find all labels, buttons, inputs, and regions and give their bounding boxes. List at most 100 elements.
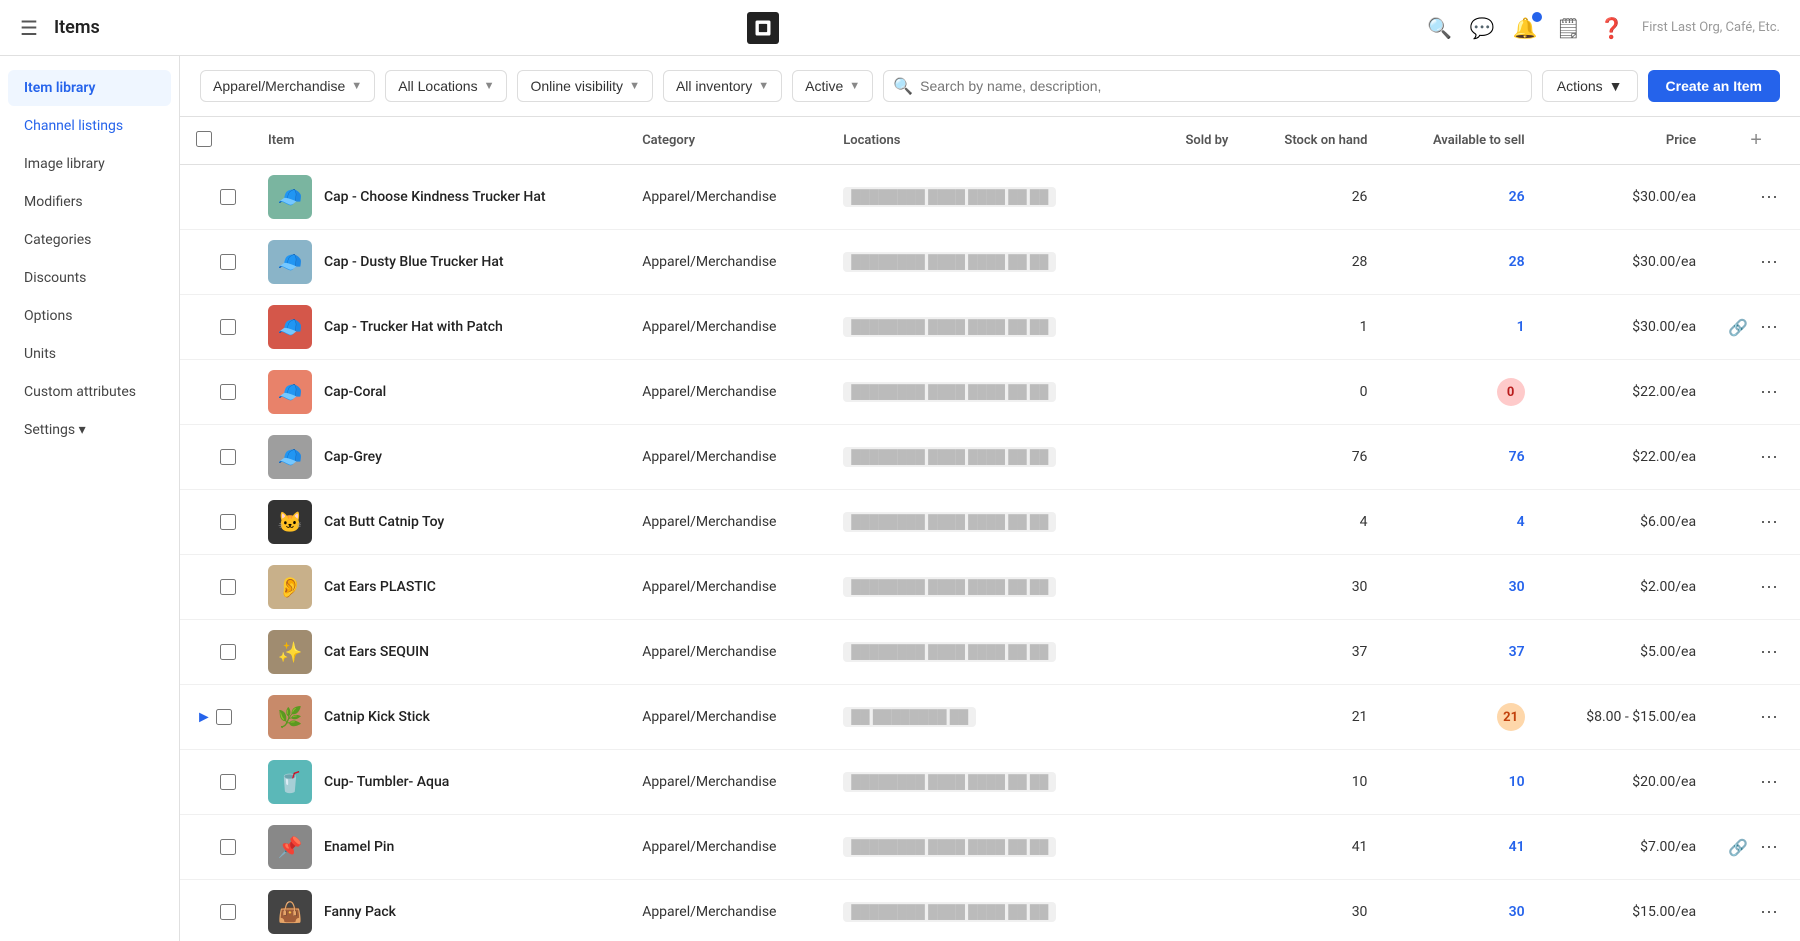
inventory-filter[interactable]: All inventory ▼ — [663, 70, 782, 102]
row-more-button[interactable]: ⋯ — [1754, 770, 1784, 795]
row-price-cell: $15.00/ea — [1541, 880, 1713, 941]
hamburger-icon[interactable]: ☰ — [20, 16, 38, 40]
stock-value: 30 — [1352, 579, 1368, 595]
create-item-button[interactable]: Create an Item — [1648, 70, 1780, 102]
square-logo — [747, 12, 779, 44]
link-icon[interactable]: 🔗 — [1728, 318, 1748, 337]
stock-value: 37 — [1352, 644, 1368, 660]
sidebar-item-settings[interactable]: Settings ▾ — [8, 412, 171, 448]
locations-filter[interactable]: All Locations ▼ — [385, 70, 507, 102]
row-more-button[interactable]: ⋯ — [1754, 510, 1784, 535]
item-name[interactable]: Cap - Trucker Hat with Patch — [324, 319, 503, 335]
item-name[interactable]: Cat Ears PLASTIC — [324, 579, 436, 595]
row-stock-cell: 0 — [1244, 360, 1383, 425]
row-checkbox[interactable] — [220, 189, 236, 205]
sidebar-item-channel-listings[interactable]: Channel listings — [8, 108, 171, 144]
status-filter-chevron: ▼ — [849, 80, 860, 92]
actions-button[interactable]: Actions ▼ — [1542, 70, 1638, 102]
expand-icon[interactable]: ► — [196, 707, 212, 727]
receipt-icon[interactable]: 🗒 — [1556, 16, 1581, 40]
item-thumbnail: 🧢 — [268, 240, 312, 284]
row-more-button[interactable]: ⋯ — [1754, 640, 1784, 665]
row-check-cell: ► — [180, 685, 252, 750]
row-avail-cell: 30 — [1383, 880, 1540, 941]
visibility-filter-chevron: ▼ — [629, 80, 640, 92]
row-more-button[interactable]: ⋯ — [1754, 445, 1784, 470]
sidebar-item-categories[interactable]: Categories — [8, 222, 171, 258]
item-name[interactable]: Cap-Grey — [324, 449, 382, 465]
item-thumbnail: 🧢 — [268, 175, 312, 219]
row-more-button[interactable]: ⋯ — [1754, 250, 1784, 275]
item-name[interactable]: Fanny Pack — [324, 904, 396, 920]
square-logo-icon — [753, 18, 773, 38]
sidebar-item-units[interactable]: Units — [8, 336, 171, 372]
bell-icon[interactable]: 🔔 — [1513, 16, 1538, 40]
row-checkbox[interactable] — [220, 514, 236, 530]
row-more-button[interactable]: ⋯ — [1754, 575, 1784, 600]
row-location-cell: ████████ ████ ████ ██ ██ — [827, 620, 1123, 685]
locations-filter-label: All Locations — [398, 78, 477, 94]
link-icon[interactable]: 🔗 — [1728, 838, 1748, 857]
row-checkbox[interactable] — [220, 839, 236, 855]
row-more-button[interactable]: ⋯ — [1754, 705, 1784, 730]
item-name[interactable]: Cat Ears SEQUIN — [324, 644, 429, 660]
table-row: 🧢 Cap - Dusty Blue Trucker Hat Apparel/M… — [180, 230, 1800, 295]
row-checkbox[interactable] — [220, 384, 236, 400]
row-more-button[interactable]: ⋯ — [1754, 315, 1784, 340]
item-name[interactable]: Cap - Dusty Blue Trucker Hat — [324, 254, 504, 270]
select-all-checkbox[interactable] — [196, 131, 212, 147]
item-name[interactable]: Cap - Choose Kindness Trucker Hat — [324, 189, 546, 205]
row-checkbox[interactable] — [220, 319, 236, 335]
category-value: Apparel/Merchandise — [642, 514, 776, 530]
add-column-button[interactable]: + — [1750, 129, 1762, 152]
row-checkbox[interactable] — [220, 904, 236, 920]
user-avatar[interactable]: First Last Org, Café, Etc. — [1642, 20, 1780, 35]
sidebar-item-options[interactable]: Options — [8, 298, 171, 334]
row-avail-cell: 26 — [1383, 165, 1540, 230]
item-name[interactable]: Cat Butt Catnip Toy — [324, 514, 444, 530]
row-check-cell — [180, 880, 252, 941]
category-value: Apparel/Merchandise — [642, 254, 776, 270]
sidebar-item-discounts[interactable]: Discounts — [8, 260, 171, 296]
locations-value: ████████ ████ ████ ██ ██ — [843, 252, 1056, 272]
search-nav-icon[interactable]: 🔍 — [1427, 16, 1452, 40]
sidebar-item-item-library[interactable]: Item library — [8, 70, 171, 106]
row-category-cell: Apparel/Merchandise — [626, 750, 827, 815]
item-name[interactable]: Catnip Kick Stick — [324, 709, 430, 725]
header-category: Category — [626, 117, 827, 165]
row-more-button[interactable]: ⋯ — [1754, 185, 1784, 210]
stock-value: 21 — [1352, 709, 1368, 725]
sidebar-item-custom-attributes[interactable]: Custom attributes — [8, 374, 171, 410]
row-actions-cell: ⋯ — [1712, 165, 1800, 230]
row-price-cell: $30.00/ea — [1541, 295, 1713, 360]
row-sold-cell — [1124, 555, 1245, 620]
chat-icon[interactable]: 💬 — [1470, 16, 1495, 40]
row-more-button[interactable]: ⋯ — [1754, 900, 1784, 925]
locations-value: ████████ ████ ████ ██ ██ — [843, 447, 1056, 467]
item-name[interactable]: Cup- Tumbler- Aqua — [324, 774, 449, 790]
layout: Item library Channel listings Image libr… — [0, 56, 1800, 941]
row-item-cell: 🧢 Cap - Choose Kindness Trucker Hat — [252, 165, 626, 230]
row-more-button[interactable]: ⋯ — [1754, 380, 1784, 405]
row-checkbox[interactable] — [220, 644, 236, 660]
item-name[interactable]: Cap-Coral — [324, 384, 386, 400]
actions-label: Actions — [1557, 78, 1603, 94]
row-checkbox[interactable] — [216, 709, 232, 725]
sidebar-item-modifiers[interactable]: Modifiers — [8, 184, 171, 220]
help-icon[interactable]: ❓ — [1599, 16, 1624, 40]
status-filter[interactable]: Active ▼ — [792, 70, 873, 102]
category-value: Apparel/Merchandise — [642, 319, 776, 335]
price-value: $30.00/ea — [1632, 319, 1696, 335]
row-checkbox[interactable] — [220, 254, 236, 270]
visibility-filter[interactable]: Online visibility ▼ — [517, 70, 652, 102]
row-checkbox[interactable] — [220, 449, 236, 465]
row-checkbox[interactable] — [220, 774, 236, 790]
category-filter[interactable]: Apparel/Merchandise ▼ — [200, 70, 375, 102]
row-checkbox[interactable] — [220, 579, 236, 595]
sidebar-item-image-library[interactable]: Image library — [8, 146, 171, 182]
search-input[interactable] — [883, 70, 1532, 102]
table-row: 📌 Enamel Pin Apparel/Merchandise ███████… — [180, 815, 1800, 880]
header-checkbox-col — [180, 117, 252, 165]
item-name[interactable]: Enamel Pin — [324, 839, 394, 855]
row-more-button[interactable]: ⋯ — [1754, 835, 1784, 860]
